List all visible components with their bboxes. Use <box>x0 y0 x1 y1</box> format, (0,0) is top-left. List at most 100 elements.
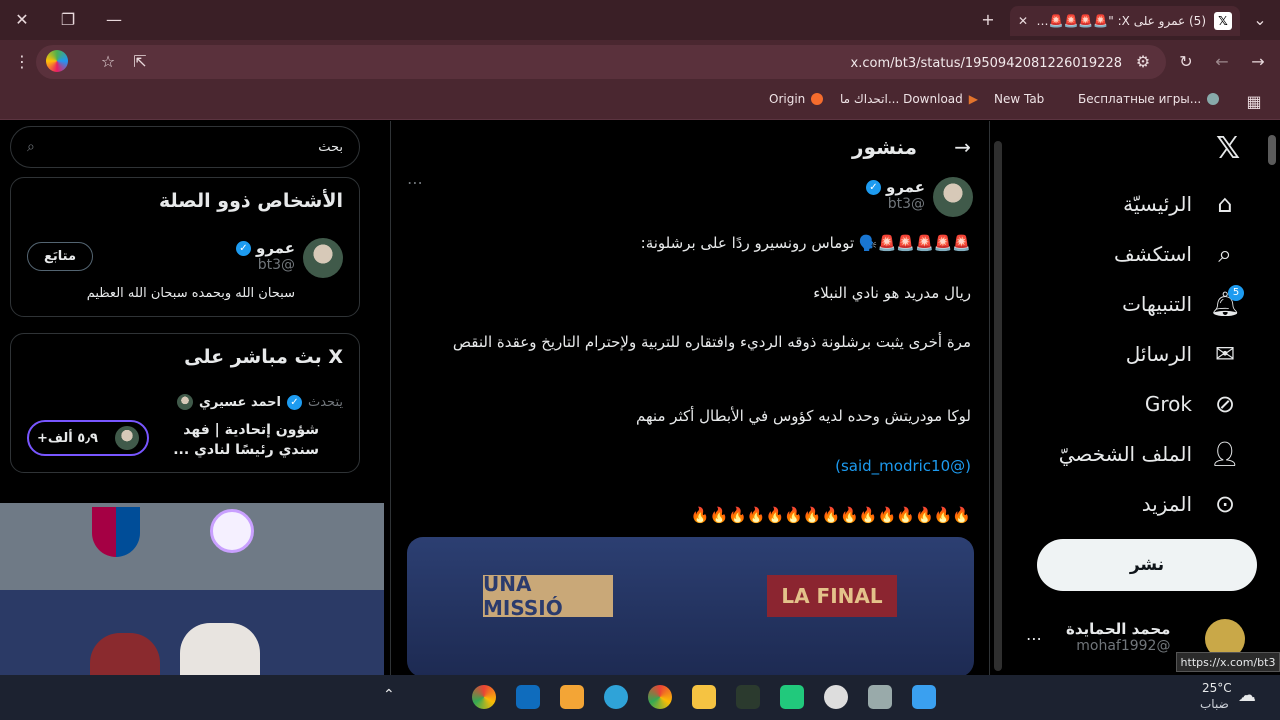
new-tab-icon[interactable]: + <box>976 8 1000 32</box>
post-column: → منشور ⋯ عمرو ✓ @bt3 🚨🚨🚨🚨🚨🗣️ توماس رونس… <box>390 121 990 675</box>
nav-grok[interactable]: ⊘ Grok <box>1145 389 1240 419</box>
terminal-icon[interactable] <box>736 685 760 709</box>
post-button[interactable]: نشر <box>1037 539 1257 591</box>
menu-dots-icon[interactable]: ⋮ <box>10 50 34 74</box>
fire-emojis: 🔥🔥🔥🔥🔥🔥🔥🔥🔥🔥🔥🔥🔥🔥🔥 <box>690 506 971 524</box>
avatar <box>115 426 139 450</box>
avatar[interactable] <box>303 238 343 278</box>
play-icon: ▶ <box>968 92 978 106</box>
url-text[interactable]: x.com/bt3/status/1950942081226019228 <box>851 56 1122 71</box>
nav-more[interactable]: ⊙ المزيد <box>1142 489 1240 519</box>
start-icon[interactable] <box>912 685 936 709</box>
avatar[interactable] <box>933 177 973 217</box>
tab-active[interactable]: 𝕏 (5) عمرو على X: "🚨🚨🚨🚨🚨 ✕ <box>1010 6 1240 36</box>
tab-list-icon[interactable]: ⌄ <box>1248 8 1272 32</box>
verified-badge-icon: ✓ <box>235 241 251 256</box>
nav-home[interactable]: ⌂ الرئيسيّة <box>1123 189 1240 219</box>
live-spaces-card: X بث مباشر على يتحدث ✓ احمد عسيري شؤون إ… <box>10 333 360 473</box>
banner-left: UNA MISSIÓ <box>483 572 613 620</box>
more-circle-icon: ⊙ <box>1214 490 1236 518</box>
post-line: مرة أخرى يثبت برشلونة ذوقه الرديء وافتقا… <box>452 333 971 351</box>
notification-count-badge: 5 <box>1228 285 1244 301</box>
bell-icon: 🔔︎ 5 <box>1210 285 1244 319</box>
search-input[interactable]: بحث ⌕ <box>10 126 360 168</box>
page-scrollbar[interactable] <box>1268 135 1276 165</box>
post-author[interactable]: عمرو ✓ @bt3 <box>865 177 925 212</box>
search-icon: ⌕ <box>27 139 35 155</box>
x-logo-icon[interactable]: 𝕏 <box>1216 131 1240 166</box>
related-title: الأشخاص ذوو الصلة <box>159 190 343 212</box>
grok-icon: ⊘ <box>1214 390 1236 418</box>
reload-icon[interactable]: ↻ <box>1174 50 1198 74</box>
game-icon[interactable] <box>780 685 804 709</box>
mail-icon: ✉ <box>1214 340 1236 368</box>
live-listeners-pill[interactable]: +٥٫٩ ألف <box>27 420 149 456</box>
chrome-active-icon[interactable] <box>648 685 672 709</box>
weather-icon: ☁ <box>1238 685 1256 706</box>
back-icon[interactable]: ← <box>1210 50 1234 74</box>
nav-profile[interactable]: 👤︎ الملف الشخصيّ <box>1059 439 1241 469</box>
person-icon: 👤︎ <box>1209 440 1241 468</box>
account-switcher[interactable]: محمد الحمايدة @mohaf1992 <box>1066 619 1170 654</box>
banner-right: LA FINAL <box>767 575 897 617</box>
weather-desc[interactable]: ضباب <box>1200 697 1229 711</box>
post-line: لوكا مودريتش وحده لديه كؤوس في الأبطال أ… <box>636 407 971 425</box>
search-icon: ⌕ <box>1218 240 1232 268</box>
window-icon[interactable] <box>868 685 892 709</box>
live-host: يتحدث ✓ احمد عسيري <box>177 394 343 410</box>
related-people-card: الأشخاص ذوو الصلة عمرو ✓ @bt3 متابَع سبح… <box>10 177 360 317</box>
bookmark-item[interactable]: Бесплатные игры... <box>1078 92 1220 106</box>
following-button[interactable]: متابَع <box>27 242 93 271</box>
bookmark-item[interactable]: New Tab <box>994 92 1044 106</box>
site-settings-icon[interactable]: ⚙ <box>1131 50 1155 74</box>
post-line: 🚨🚨🚨🚨🚨🗣️ توماس رونسيرو ردًا على برشلونة: <box>640 234 971 252</box>
minimize-window-icon[interactable]: — <box>102 8 126 32</box>
column-scrollbar[interactable] <box>994 141 1002 671</box>
live-title: X بث مباشر على <box>184 346 343 368</box>
bookmark-item[interactable]: Origin <box>769 92 824 106</box>
install-app-icon[interactable]: ⇱ <box>128 50 152 74</box>
chrome-icon[interactable] <box>472 685 496 709</box>
chevron-up-icon[interactable]: ⌃ <box>383 687 395 703</box>
globe-icon <box>1207 93 1220 105</box>
clock-icon[interactable] <box>824 685 848 709</box>
nav-notifications[interactable]: 🔔︎ 5 التنبيهات <box>1122 285 1244 319</box>
forward-icon[interactable]: → <box>1246 50 1270 74</box>
bookmark-item[interactable]: اتحداك ما... Download ▶ <box>840 92 978 106</box>
more-options-icon[interactable]: ⋯ <box>407 173 423 192</box>
store-icon[interactable] <box>560 685 584 709</box>
related-user[interactable]: عمرو ✓ @bt3 <box>235 238 295 273</box>
back-arrow-icon[interactable]: → <box>954 135 971 159</box>
madrid-crest <box>210 509 254 553</box>
weather-temp[interactable]: 25°C <box>1202 681 1232 695</box>
post-image[interactable]: UNA MISSIÓ LA FINAL <box>407 537 974 675</box>
related-bio: سبحان الله وبحمده سبحان الله العظيم <box>86 286 295 301</box>
file-explorer-icon[interactable] <box>692 685 716 709</box>
bookmark-star-icon[interactable]: ☆ <box>96 50 120 74</box>
profile-avatar-icon[interactable] <box>46 50 68 72</box>
verified-badge-icon: ✓ <box>287 394 302 410</box>
close-tab-icon[interactable]: ✕ <box>1018 14 1028 28</box>
mention-link[interactable]: (@said_modric10) <box>431 454 971 478</box>
outlook-icon[interactable] <box>516 685 540 709</box>
apps-grid-icon[interactable]: ▦ <box>1242 90 1266 114</box>
tab-strip: ✕ ❐ — + 𝕏 (5) عمرو على X: "🚨🚨🚨🚨🚨 ✕ ⌄ <box>0 0 1280 40</box>
nav-messages[interactable]: ✉ الرسائل <box>1126 339 1240 369</box>
edge-icon[interactable] <box>604 685 628 709</box>
close-window-icon[interactable]: ✕ <box>10 8 34 32</box>
live-topic[interactable]: شؤون إتحادية | فهد سندي رئيسًا لنادي ... <box>159 420 319 460</box>
post-line: ريال مدريد هو نادي النبلاء <box>813 284 971 302</box>
taskbar: ⌃ 25°C ضباب ☁ <box>0 675 1280 720</box>
nav-explore[interactable]: ⌕ استكشف <box>1114 239 1240 269</box>
restore-window-icon[interactable]: ❐ <box>56 8 80 32</box>
tab-title: (5) عمرو على X: "🚨🚨🚨🚨🚨 <box>1034 14 1206 28</box>
account-more-icon[interactable]: ⋯ <box>1026 629 1042 648</box>
avatar <box>177 394 193 410</box>
status-url-tooltip: https://x.com/bt3 <box>1176 652 1280 672</box>
home-icon: ⌂ <box>1217 190 1233 218</box>
page-title: منشور <box>852 135 917 159</box>
origin-icon <box>811 93 824 105</box>
barcelona-crest <box>92 507 140 557</box>
verified-badge-icon: ✓ <box>865 180 881 195</box>
x-favicon-icon: 𝕏 <box>1214 12 1232 30</box>
